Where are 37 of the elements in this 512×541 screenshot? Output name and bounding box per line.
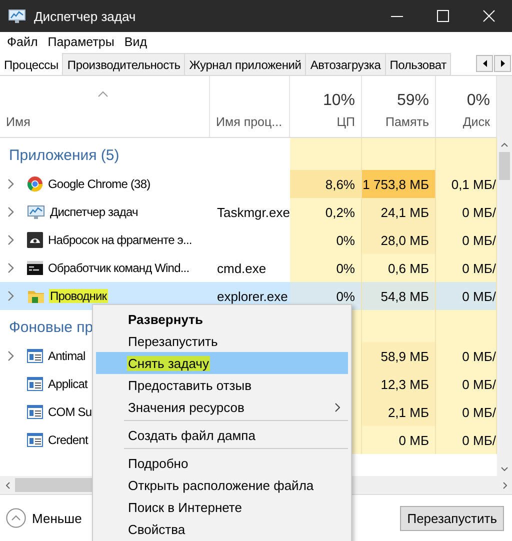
table-cell: 12,3 МБ: [362, 370, 436, 398]
process-name: Диспетчер задач: [49, 205, 139, 219]
table-cell: 1 753,8 МБ: [362, 170, 436, 198]
table-cell: 28,0 МБ: [362, 226, 436, 254]
table-cell: 58,9 МБ: [362, 342, 436, 370]
process-file-name: cmd.exe: [217, 260, 266, 276]
process-name: Antimal: [47, 349, 86, 363]
window-title: Диспетчер задач: [34, 8, 137, 24]
process-name: COM Su: [47, 405, 93, 419]
table-cell: 0%: [290, 226, 362, 254]
process-name: Проводник: [49, 289, 108, 303]
table-cell: 0 МБ: [362, 426, 436, 454]
process-name: Набросок на фрагменте э...: [47, 233, 193, 247]
table-cell: 8,6%: [290, 170, 362, 198]
table-cell: 54,8 МБ: [362, 282, 436, 310]
table-cell: 0,2%: [290, 198, 362, 226]
table-cell: 0 МБ/: [436, 426, 497, 454]
table-cell: 24,1 МБ: [362, 198, 436, 226]
table-cell: 0,6 МБ: [362, 254, 436, 282]
process-name: Credent: [47, 433, 89, 447]
process-file-name: Taskmgr.exe: [217, 204, 290, 220]
table-cell: 0 МБ/: [436, 370, 497, 398]
process-name: Applicat: [47, 377, 88, 391]
process-name: Обработчик команд Wind...: [47, 261, 190, 275]
group-title: Фоновые пр: [9, 319, 94, 336]
table-cell: 2,1 МБ: [362, 398, 436, 426]
table-cell: 0,1 МБ/: [436, 170, 497, 198]
table-cell: 0 МБ/: [436, 282, 497, 310]
table-cell: 0%: [290, 254, 362, 282]
table-cell: 0 МБ/: [436, 398, 497, 426]
process-name: Google Chrome (38): [47, 177, 152, 191]
group-title: Приложения (5): [9, 147, 120, 164]
table-cell: 0 МБ/: [436, 342, 497, 370]
table-cell: 0 МБ/: [436, 198, 497, 226]
process-file-name: explorer.exe: [217, 288, 288, 304]
table-cell: 0 МБ/: [436, 254, 497, 282]
table-cell: 0 МБ/: [436, 226, 497, 254]
